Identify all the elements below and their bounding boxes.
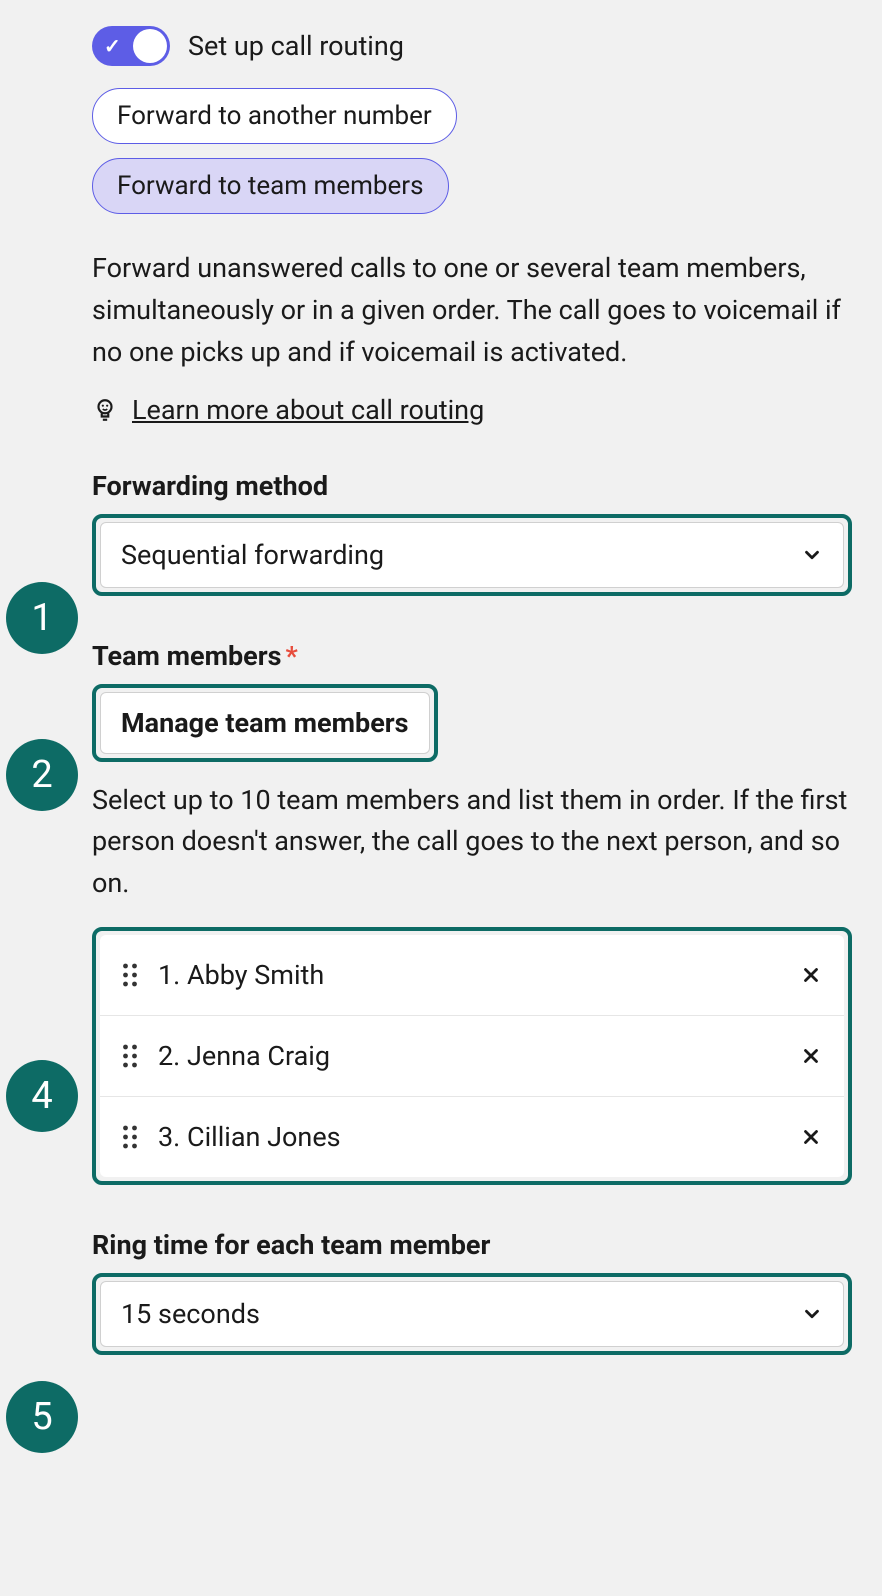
team-members-help: Select up to 10 team members and list th… (92, 780, 852, 906)
select-value: 15 seconds (121, 1298, 260, 1330)
member-name: 1. Abby Smith (158, 959, 800, 991)
remove-member-button[interactable] (800, 1126, 822, 1148)
lightbulb-icon (92, 397, 118, 423)
step-badge-5: 5 (6, 1381, 78, 1453)
member-list: 1. Abby Smith 2. Jenna Craig (100, 935, 844, 1177)
highlight-member-list: 1. Abby Smith 2. Jenna Craig (92, 927, 852, 1185)
highlight-ring-time: 15 seconds (92, 1273, 852, 1355)
drag-handle-icon[interactable] (122, 1044, 138, 1068)
remove-member-button[interactable] (800, 1045, 822, 1067)
drag-handle-icon[interactable] (122, 963, 138, 987)
toggle-knob (133, 29, 167, 63)
list-item: 3. Cillian Jones (100, 1097, 844, 1177)
list-item: 2. Jenna Craig (100, 1016, 844, 1097)
team-members-label: Team members* (92, 640, 852, 672)
pill-forward-number[interactable]: Forward to another number (92, 88, 457, 144)
select-value: Sequential forwarding (121, 539, 384, 571)
ring-time-label: Ring time for each team member (92, 1229, 852, 1261)
ring-time-select[interactable]: 15 seconds (100, 1281, 844, 1347)
toggle-label: Set up call routing (188, 30, 404, 62)
remove-member-button[interactable] (800, 964, 822, 986)
forwarding-method-select[interactable]: Sequential forwarding (100, 522, 844, 588)
pill-label: Forward to another number (117, 101, 432, 131)
call-routing-toggle[interactable]: ✓ (92, 26, 170, 66)
highlight-forwarding-method: Sequential forwarding (92, 514, 852, 596)
member-name: 3. Cillian Jones (158, 1121, 800, 1153)
list-item: 1. Abby Smith (100, 935, 844, 1016)
manage-team-members-button[interactable]: Manage team members (100, 692, 430, 754)
drag-handle-icon[interactable] (122, 1125, 138, 1149)
chevron-down-icon (801, 544, 823, 566)
pill-label: Forward to team members (117, 171, 424, 201)
required-asterisk: * (286, 640, 298, 672)
step-badge-4: 4 (6, 1060, 78, 1132)
forwarding-description: Forward unanswered calls to one or sever… (92, 248, 852, 374)
pill-forward-team[interactable]: Forward to team members (92, 158, 449, 214)
learn-more-link[interactable]: Learn more about call routing (132, 394, 484, 426)
step-badge-1: 1 (6, 582, 78, 654)
highlight-manage-members: Manage team members (92, 684, 438, 762)
forwarding-method-label: Forwarding method (92, 470, 852, 502)
chevron-down-icon (801, 1303, 823, 1325)
member-name: 2. Jenna Craig (158, 1040, 800, 1072)
step-badge-2: 2 (6, 739, 78, 811)
check-icon: ✓ (104, 36, 121, 56)
